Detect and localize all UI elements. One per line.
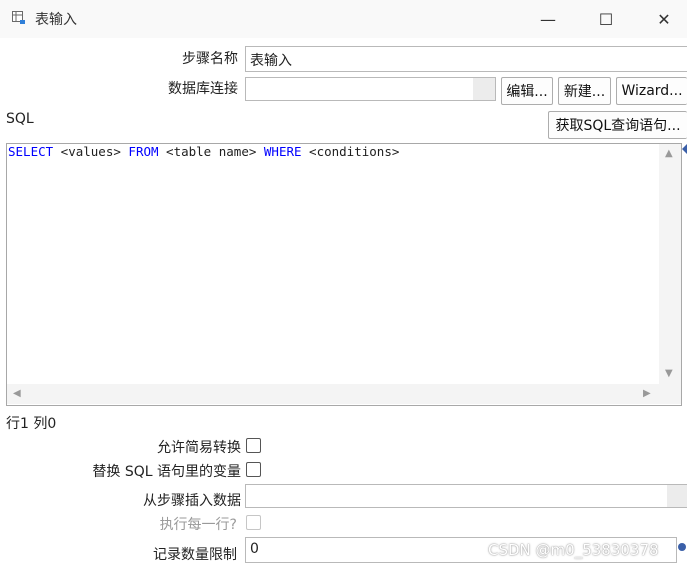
maximize-icon: ☐: [598, 9, 614, 29]
limit-size-label: 记录数量限制: [153, 547, 237, 563]
variable-icon: [678, 543, 686, 551]
chevron-down-icon[interactable]: [473, 78, 495, 100]
sql-keyword: FROM: [128, 144, 159, 159]
sql-token: <values>: [53, 144, 129, 159]
scroll-right-icon[interactable]: ▶: [643, 388, 651, 399]
lazy-conversion-label: 允许简易转换: [157, 440, 241, 456]
execute-each-row-checkbox: [246, 515, 261, 530]
insert-from-step-select[interactable]: [245, 484, 687, 508]
wizard-button[interactable]: Wizard...: [616, 77, 687, 105]
cursor-position: 行1 列0: [6, 416, 57, 432]
minimize-icon: —: [540, 9, 556, 29]
scroll-down-icon[interactable]: ▼: [665, 368, 673, 379]
scrollbar-corner: [659, 384, 681, 404]
step-name-input[interactable]: 表输入: [245, 46, 687, 72]
replace-variables-checkbox[interactable]: [246, 462, 261, 477]
maximize-button[interactable]: ☐: [595, 8, 617, 30]
scroll-up-icon[interactable]: ▲: [665, 148, 673, 159]
minimize-button[interactable]: —: [537, 8, 559, 30]
db-connection-select[interactable]: [245, 77, 496, 101]
sql-text[interactable]: SELECT <values> FROM <table name> WHERE …: [8, 144, 399, 159]
step-name-label: 步骤名称: [182, 51, 238, 67]
expand-marker-icon: [682, 144, 687, 154]
execute-each-row-label: 执行每一行?: [159, 517, 237, 533]
sql-token: <table name>: [158, 144, 264, 159]
title-bar: [0, 0, 687, 38]
close-icon: ✕: [657, 9, 671, 29]
edit-connection-button[interactable]: 编辑...: [501, 77, 553, 105]
new-connection-button[interactable]: 新建...: [558, 77, 611, 105]
scroll-left-icon[interactable]: ◀: [13, 388, 21, 399]
replace-variables-label: 替换 SQL 语句里的变量: [92, 464, 241, 480]
sql-token: <conditions>: [301, 144, 400, 159]
insert-from-step-label: 从步骤插入数据: [143, 493, 241, 509]
sql-label: SQL: [6, 111, 34, 127]
close-button[interactable]: ✕: [653, 8, 675, 30]
horizontal-scrollbar[interactable]: ◀ ▶: [7, 384, 659, 404]
get-sql-button[interactable]: 获取SQL查询语句...: [548, 111, 687, 139]
table-input-icon: [12, 11, 25, 24]
sql-keyword: WHERE: [263, 144, 302, 159]
db-connection-label: 数据库连接: [168, 81, 238, 97]
lazy-conversion-checkbox[interactable]: [246, 438, 261, 453]
vertical-scrollbar[interactable]: ▲ ▼: [659, 144, 681, 384]
sql-editor[interactable]: [6, 143, 682, 406]
chevron-down-icon[interactable]: [667, 485, 687, 507]
sql-keyword: SELECT: [8, 144, 54, 159]
watermark: CSDN @m0_53830378: [488, 541, 659, 559]
window-title: 表输入: [35, 12, 77, 28]
